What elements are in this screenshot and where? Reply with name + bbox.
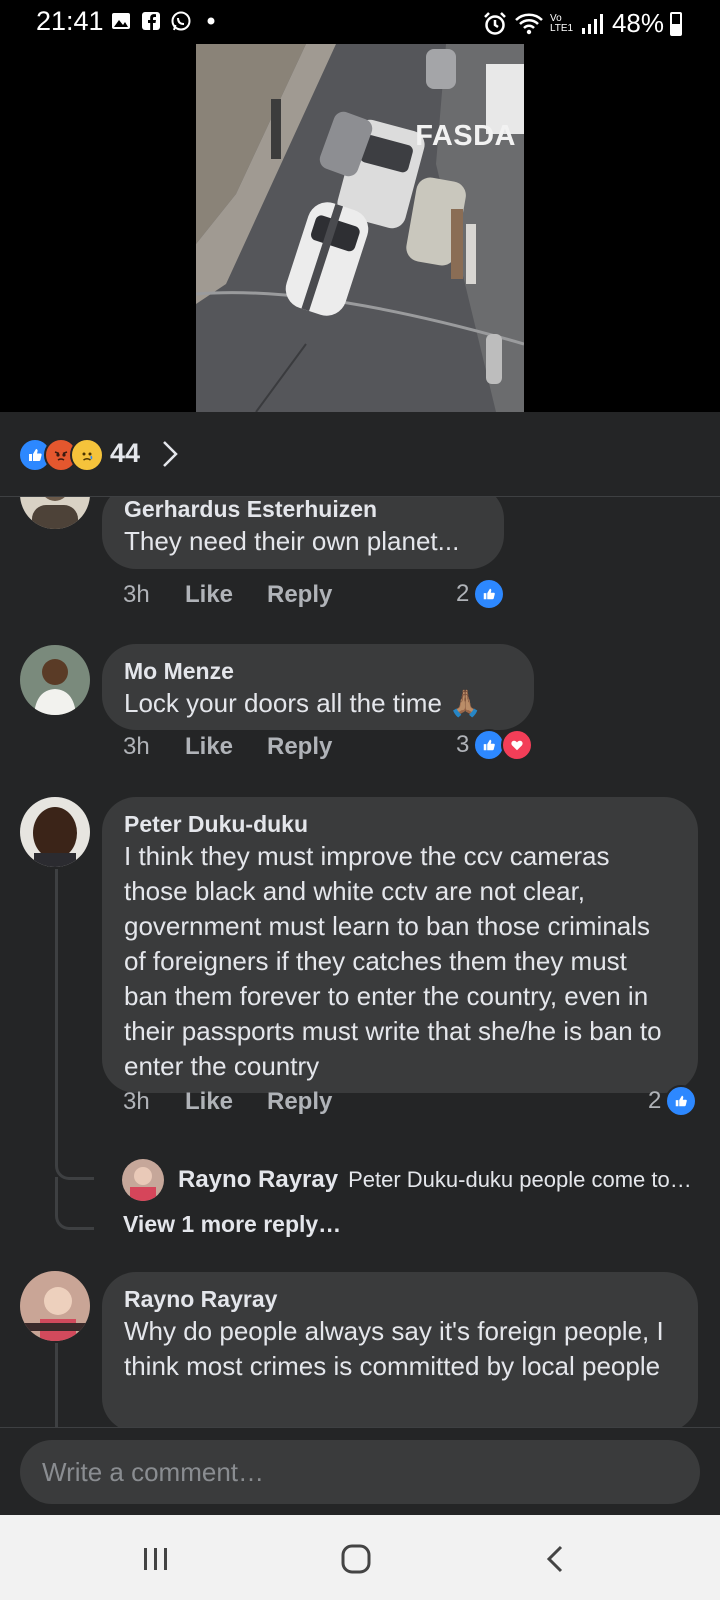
reaction-icons xyxy=(18,438,108,472)
comment-reactions[interactable]: 3 xyxy=(456,729,534,761)
status-time: 21:41 xyxy=(36,6,104,36)
video-player[interactable]: FASDA xyxy=(0,44,720,412)
avatar[interactable] xyxy=(20,497,90,529)
comment-reaction-count: 2 xyxy=(648,1087,662,1114)
recent-apps-button[interactable] xyxy=(136,1539,176,1579)
chevron-right-icon[interactable] xyxy=(160,438,180,470)
comment-bubble[interactable]: Mo Menze Lock your doors all the time 🙏🏽 xyxy=(102,644,534,730)
comment-reactions[interactable]: 2 xyxy=(648,1085,698,1117)
back-button[interactable] xyxy=(536,1539,576,1579)
comments-list[interactable]: Gerhardus Esterhuizen They need their ow… xyxy=(0,497,720,1427)
home-button[interactable] xyxy=(336,1539,376,1579)
comment-time[interactable]: 3h xyxy=(123,1088,185,1116)
reply-button[interactable]: Reply xyxy=(267,733,332,761)
street-scene-image xyxy=(196,44,524,412)
avatar[interactable] xyxy=(122,1159,164,1201)
comment-bubble[interactable]: Rayno Rayray Why do people always say it… xyxy=(102,1272,698,1427)
notification-icons xyxy=(110,10,222,32)
video-frame[interactable]: FASDA xyxy=(196,44,524,412)
reply-author[interactable]: Rayno Rayray xyxy=(178,1166,338,1194)
reaction-count[interactable]: 44 xyxy=(110,438,140,469)
comment-reaction-count: 2 xyxy=(456,580,470,607)
facebook-icon xyxy=(142,12,160,30)
dot-icon xyxy=(207,17,215,25)
thread-connector xyxy=(55,1145,94,1180)
comment-text: Lock your doors all the time 🙏🏽 xyxy=(124,688,482,718)
home-icon xyxy=(341,1544,371,1574)
comment-author[interactable]: Mo Menze xyxy=(124,656,512,686)
comment-composer xyxy=(0,1427,720,1516)
battery-icon xyxy=(670,11,682,36)
comment-reaction-count: 3 xyxy=(456,731,470,758)
comment-bubble[interactable]: Gerhardus Esterhuizen They need their ow… xyxy=(102,497,504,569)
comment-bubble[interactable]: Peter Duku-duku I think they must improv… xyxy=(102,797,698,1093)
back-icon xyxy=(546,1545,563,1573)
comment-text: Why do people always say it's foreign pe… xyxy=(124,1316,664,1381)
video-watermark: FASDA xyxy=(415,120,516,152)
view-more-replies-link[interactable]: View 1 more reply… xyxy=(123,1211,341,1238)
like-button[interactable]: Like xyxy=(185,733,267,761)
wifi-icon xyxy=(515,13,543,34)
like-button[interactable]: Like xyxy=(185,581,267,609)
comment-actions: 3h Like Reply xyxy=(123,581,332,609)
write-comment-input[interactable] xyxy=(20,1440,700,1504)
alarm-icon xyxy=(484,11,506,35)
reply-preview[interactable]: Rayno Rayray Peter Duku-duku people come… xyxy=(122,1159,692,1201)
battery-percent: 48% xyxy=(611,8,664,38)
gallery-icon xyxy=(112,13,130,29)
recent-apps-icon xyxy=(144,1548,167,1570)
reply-text: Peter Duku-duku people come to… xyxy=(348,1167,692,1192)
like-reaction-icon xyxy=(665,1085,698,1117)
sad-reaction-icon xyxy=(70,438,104,472)
system-status: Vo LTE1 48% xyxy=(482,8,682,39)
comment-text: They need their own planet... xyxy=(124,526,460,556)
love-reaction-icon xyxy=(501,729,534,761)
comment-actions: 3h Like Reply xyxy=(123,1088,332,1116)
comment-reactions[interactable]: 2 xyxy=(456,578,506,610)
like-button[interactable]: Like xyxy=(185,1088,267,1116)
reply-button[interactable]: Reply xyxy=(267,581,332,609)
reactions-summary[interactable]: 44 xyxy=(0,412,720,497)
comment-time[interactable]: 3h xyxy=(123,581,185,609)
comment-author[interactable]: Rayno Rayray xyxy=(124,1284,676,1314)
comment-text: I think they must improve the ccv camera… xyxy=(124,841,662,1081)
system-navigation-bar xyxy=(0,1515,720,1600)
comment-time[interactable]: 3h xyxy=(123,733,185,761)
thread-line xyxy=(55,869,58,1165)
avatar[interactable] xyxy=(20,797,90,867)
comment-actions: 3h Like Reply xyxy=(123,733,332,761)
avatar[interactable] xyxy=(20,1271,90,1341)
comment-author[interactable]: Gerhardus Esterhuizen xyxy=(124,497,482,524)
thread-line xyxy=(55,1343,58,1427)
reply-button[interactable]: Reply xyxy=(267,1088,332,1116)
status-bar: 21:41 Vo LTE1 48% xyxy=(0,0,720,44)
network-label: Vo LTE1 xyxy=(549,12,574,34)
signal-icon xyxy=(581,13,603,34)
like-reaction-icon xyxy=(473,578,506,610)
thread-connector xyxy=(55,1177,94,1230)
comment-author[interactable]: Peter Duku-duku xyxy=(124,809,676,839)
avatar[interactable] xyxy=(20,645,90,715)
whatsapp-icon xyxy=(171,11,191,31)
